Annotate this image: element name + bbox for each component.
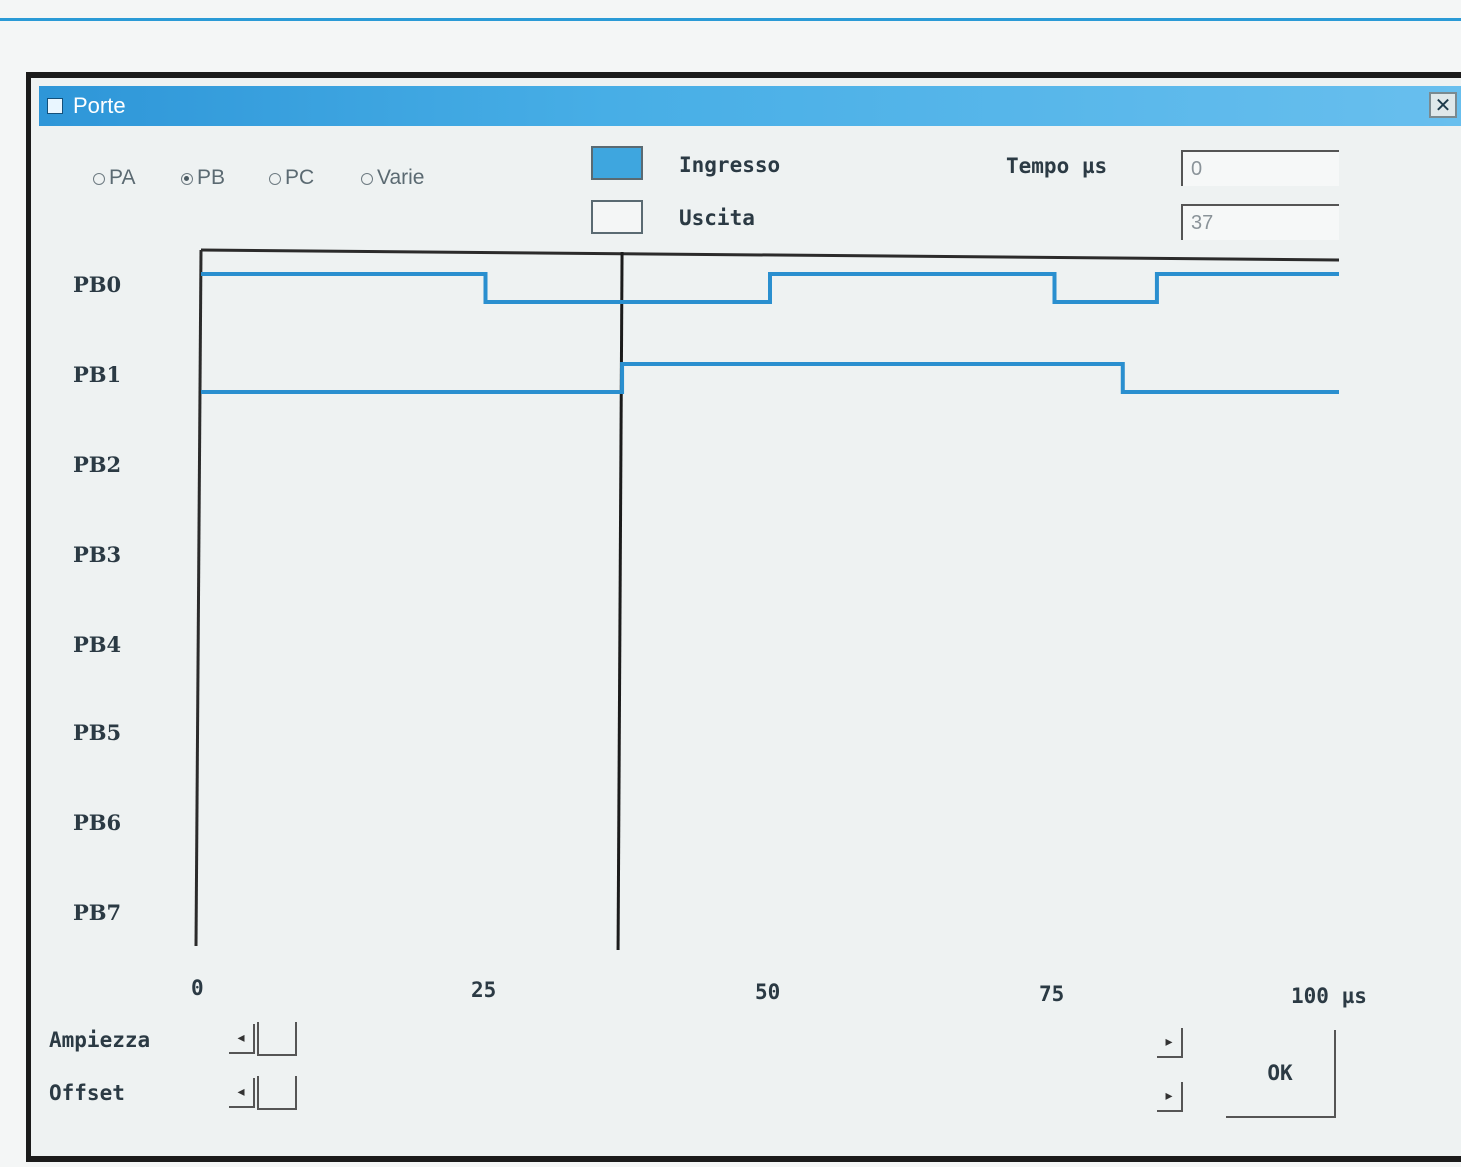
offset-right-arrow[interactable]: ▸	[1157, 1082, 1183, 1112]
plot-top-border	[200, 248, 1340, 262]
amplitude-thumb[interactable]	[257, 1022, 297, 1056]
amplitude-label: Ampiezza	[49, 1028, 151, 1052]
x-tick-75: 75	[1039, 982, 1065, 1006]
amplitude-scrollbar[interactable]: ◂ ▸	[229, 1022, 1197, 1060]
x-tick-100: 100 µs	[1291, 984, 1367, 1008]
top-rule	[0, 18, 1461, 21]
signal-trace-pb0	[201, 272, 1339, 304]
offset-label: Offset	[49, 1081, 125, 1105]
plot-left-axis	[194, 249, 203, 947]
x-tick-25: 25	[471, 978, 497, 1002]
signal-traces	[201, 272, 1339, 394]
amplitude-left-arrow[interactable]: ◂	[229, 1024, 255, 1054]
offset-scrollbar[interactable]: ◂ ▸	[229, 1076, 1197, 1114]
offset-thumb[interactable]	[257, 1076, 297, 1110]
timing-diagram[interactable]	[31, 78, 1451, 978]
signal-trace-pb1	[201, 362, 1339, 394]
x-tick-50: 50	[755, 980, 781, 1004]
x-tick-0: 0	[191, 976, 204, 1000]
time-cursor-line[interactable]	[616, 251, 624, 951]
amplitude-right-arrow[interactable]: ▸	[1157, 1028, 1183, 1058]
ok-button[interactable]: OK	[1226, 1030, 1336, 1118]
offset-left-arrow[interactable]: ◂	[229, 1078, 255, 1108]
porte-dialog: Porte ✕ PA PB PC Varie Ingresso Uscita T…	[26, 72, 1461, 1162]
